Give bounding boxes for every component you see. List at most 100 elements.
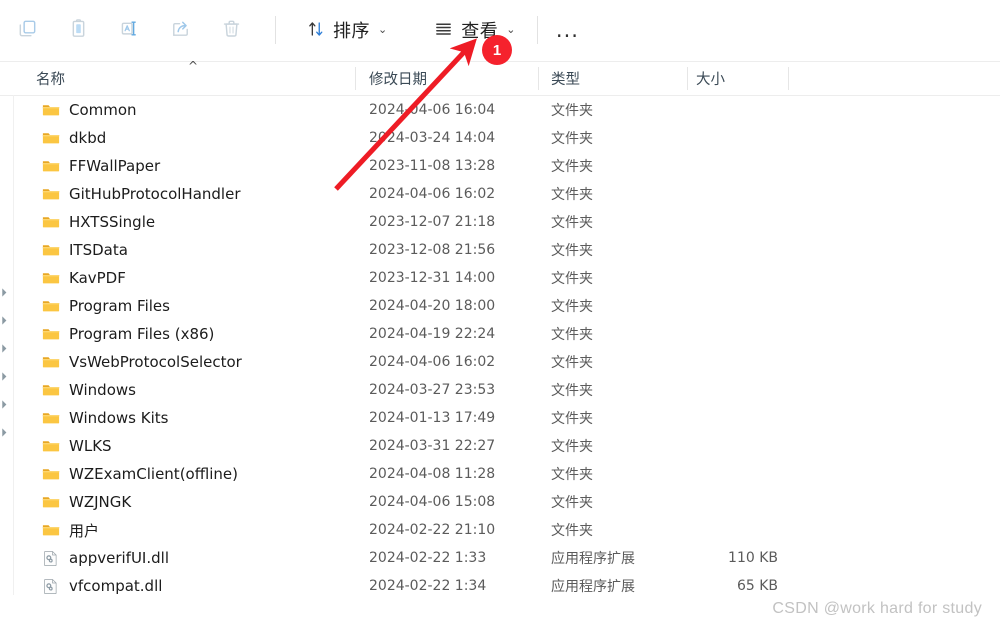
- file-type-cell: 文件夹: [551, 243, 593, 259]
- file-date-cell: 2024-02-22 1:33: [369, 550, 487, 566]
- file-name-cell[interactable]: KavPDF: [42, 264, 126, 292]
- table-row[interactable]: Windows 2024-03-27 23:53 文件夹: [0, 376, 1000, 404]
- column-divider[interactable]: [788, 67, 789, 90]
- folder-icon: [42, 382, 60, 399]
- table-row[interactable]: WZExamClient(offline) 2024-04-08 11:28 文件夹: [0, 460, 1000, 488]
- more-options-button[interactable]: ...: [546, 10, 588, 50]
- share-icon: [169, 17, 192, 43]
- view-lines-icon: [433, 19, 454, 42]
- file-name-label: Program Files: [69, 297, 170, 315]
- folder-icon: [42, 130, 60, 147]
- file-date-cell: 2024-03-24 14:04: [369, 130, 496, 146]
- table-row[interactable]: appverifUI.dll 2024-02-22 1:33 应用程序扩展 110 K…: [0, 544, 1000, 572]
- file-size-cell: [640, 96, 778, 124]
- table-row[interactable]: dkbd 2024-03-24 14:04 文件夹: [0, 124, 1000, 152]
- file-type-cell: 文件夹: [551, 411, 593, 427]
- table-row[interactable]: WZJNGK 2024-04-06 15:08 文件夹: [0, 488, 1000, 516]
- file-date-cell: 2024-03-27 23:53: [369, 382, 496, 398]
- file-name-cell[interactable]: WZExamClient(offline): [42, 460, 238, 488]
- folder-icon: [42, 466, 60, 483]
- copy-icon: [16, 17, 39, 43]
- file-name-label: Common: [69, 101, 137, 119]
- file-name-cell[interactable]: Program Files (x86): [42, 320, 214, 348]
- column-header-name[interactable]: 名称: [36, 62, 65, 95]
- table-row[interactable]: KavPDF 2023-12-31 14:00 文件夹: [0, 264, 1000, 292]
- file-name-cell[interactable]: vfcompat.dll: [42, 572, 162, 600]
- table-row[interactable]: Common 2024-04-06 16:04 文件夹: [0, 96, 1000, 124]
- table-row[interactable]: ITSData 2023-12-08 21:56 文件夹: [0, 236, 1000, 264]
- share-button[interactable]: [158, 10, 202, 50]
- folder-icon: [42, 410, 60, 427]
- file-name-cell[interactable]: GitHubProtocolHandler: [42, 180, 241, 208]
- file-name-cell[interactable]: WZJNGK: [42, 488, 131, 516]
- file-date-cell: 2024-03-31 22:27: [369, 438, 496, 454]
- folder-icon: [42, 522, 60, 539]
- file-size-cell: [640, 124, 778, 152]
- file-size-cell: [640, 460, 778, 488]
- toolbar-divider-2: [537, 16, 539, 44]
- file-date-cell: 2024-04-19 22:24: [369, 326, 496, 342]
- file-size-cell: [640, 376, 778, 404]
- column-divider[interactable]: [538, 67, 539, 90]
- file-type-cell: 应用程序扩展: [551, 579, 635, 595]
- table-row[interactable]: GitHubProtocolHandler 2024-04-06 16:02 文件夹: [0, 180, 1000, 208]
- folder-icon: [42, 242, 60, 259]
- rename-button[interactable]: [107, 10, 151, 50]
- column-divider[interactable]: [687, 67, 688, 90]
- file-name-label: FFWallPaper: [69, 157, 161, 175]
- column-header-type[interactable]: 类型: [551, 62, 580, 95]
- file-type-cell: 文件夹: [551, 327, 593, 343]
- table-row[interactable]: VsWebProtocolSelector 2024-04-06 16:02 文件夹: [0, 348, 1000, 376]
- file-name-cell[interactable]: ITSData: [42, 236, 128, 264]
- file-name-cell[interactable]: appverifUI.dll: [42, 544, 169, 572]
- column-divider[interactable]: [355, 67, 356, 90]
- table-row[interactable]: FFWallPaper 2023-11-08 13:28 文件夹: [0, 152, 1000, 180]
- file-size-cell: [640, 320, 778, 348]
- annotation-step-badge: 1: [482, 35, 512, 65]
- table-row[interactable]: Program Files (x86) 2024-04-19 22:24 文件夹: [0, 320, 1000, 348]
- paste-button[interactable]: [56, 10, 100, 50]
- file-name-cell[interactable]: FFWallPaper: [42, 152, 160, 180]
- watermark: CSDN @work hard for study: [772, 600, 982, 617]
- file-type-cell: 文件夹: [551, 383, 593, 399]
- file-date-cell: 2024-04-06 16:02: [369, 186, 496, 202]
- file-size-cell: [640, 292, 778, 320]
- file-type-cell: 文件夹: [551, 495, 593, 511]
- column-header-date-modified[interactable]: 修改日期: [369, 62, 427, 95]
- table-row[interactable]: WLKS 2024-03-31 22:27 文件夹: [0, 432, 1000, 460]
- file-date-cell: 2023-12-31 14:00: [369, 270, 496, 286]
- file-name-cell[interactable]: Windows Kits: [42, 404, 168, 432]
- file-name-cell[interactable]: Windows: [42, 376, 136, 404]
- sort-button[interactable]: 排序 ⌄: [296, 10, 397, 50]
- file-name-cell[interactable]: WLKS: [42, 432, 112, 460]
- file-name-cell[interactable]: 用户: [42, 516, 99, 544]
- file-name-label: WZJNGK: [69, 493, 132, 511]
- column-header-size[interactable]: 大小: [696, 62, 725, 95]
- file-name-label: GitHubProtocolHandler: [69, 185, 241, 203]
- table-row[interactable]: vfcompat.dll 2024-02-22 1:34 应用程序扩展 65 KB: [0, 572, 1000, 600]
- sort-label: 排序: [333, 21, 370, 42]
- file-date-cell: 2024-04-20 18:00: [369, 298, 496, 314]
- file-type-cell: 文件夹: [551, 159, 593, 175]
- table-row[interactable]: 用户 2024-02-22 21:10 文件夹: [0, 516, 1000, 544]
- file-name-cell[interactable]: dkbd: [42, 124, 106, 152]
- file-size-cell: [640, 152, 778, 180]
- table-row[interactable]: HXTSSingle 2023-12-07 21:18 文件夹: [0, 208, 1000, 236]
- file-date-cell: 2024-02-22 1:34: [369, 578, 487, 594]
- table-row[interactable]: Program Files 2024-04-20 18:00 文件夹: [0, 292, 1000, 320]
- folder-icon: [42, 158, 60, 175]
- file-size-cell: [640, 432, 778, 460]
- file-name-label: WLKS: [69, 437, 112, 455]
- file-type-cell: 文件夹: [551, 271, 593, 287]
- file-name-cell[interactable]: VsWebProtocolSelector: [42, 348, 242, 376]
- folder-icon: [42, 326, 60, 343]
- file-name-cell[interactable]: HXTSSingle: [42, 208, 155, 236]
- delete-button[interactable]: [209, 10, 253, 50]
- file-date-cell: 2024-04-06 16:02: [369, 354, 496, 370]
- file-name-cell[interactable]: Program Files: [42, 292, 170, 320]
- table-row[interactable]: Windows Kits 2024-01-13 17:49 文件夹: [0, 404, 1000, 432]
- sort-arrows-icon: [306, 19, 326, 42]
- rename-icon: [118, 17, 141, 43]
- file-date-cell: 2024-04-06 16:04: [369, 102, 496, 118]
- file-name-cell[interactable]: Common: [42, 96, 137, 124]
